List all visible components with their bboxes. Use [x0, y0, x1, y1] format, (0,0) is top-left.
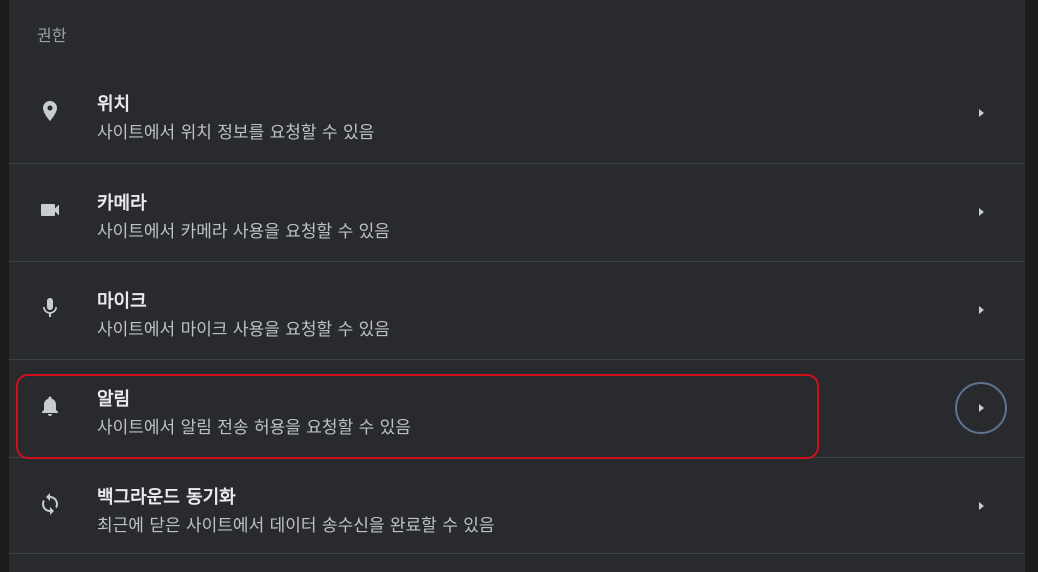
permission-title: 마이크 [97, 291, 147, 312]
settings-window: 권한 위치 사이트에서 위치 정보를 요청할 수 있음 카메라 사이트에서 카메… [0, 0, 1038, 572]
open-background-sync-settings-button[interactable] [955, 480, 1007, 532]
open-microphone-settings-button[interactable] [955, 284, 1007, 336]
arrow-right-icon [979, 208, 984, 216]
permission-row-microphone[interactable]: 마이크 사이트에서 마이크 사용을 요청할 수 있음 [9, 261, 1025, 359]
open-location-settings-button[interactable] [955, 87, 1007, 139]
sync-icon [38, 492, 62, 516]
permission-description: 사이트에서 마이크 사용을 요청할 수 있음 [97, 320, 390, 340]
arrow-right-icon [979, 109, 984, 117]
open-camera-settings-button[interactable] [955, 186, 1007, 238]
arrow-right-icon [979, 306, 984, 314]
permission-row-camera[interactable]: 카메라 사이트에서 카메라 사용을 요청할 수 있음 [9, 163, 1025, 261]
section-title: 권한 [37, 26, 67, 45]
permission-description: 사이트에서 카메라 사용을 요청할 수 있음 [97, 222, 390, 242]
permission-row-notifications[interactable]: 알림 사이트에서 알림 전송 허용을 요청할 수 있음 [9, 359, 1025, 457]
open-notifications-settings-button[interactable] [955, 382, 1007, 434]
bell-icon [38, 394, 62, 418]
arrow-right-icon [979, 404, 984, 412]
permission-description: 사이트에서 알림 전송 허용을 요청할 수 있음 [97, 418, 411, 438]
permissions-panel: 권한 위치 사이트에서 위치 정보를 요청할 수 있음 카메라 사이트에서 카메… [9, 0, 1025, 572]
permission-title: 백그라운드 동기화 [97, 487, 236, 508]
arrow-right-icon [979, 502, 984, 510]
permission-description: 사이트에서 위치 정보를 요청할 수 있음 [97, 123, 375, 143]
scrollbar[interactable] [1025, 0, 1038, 572]
microphone-icon [38, 296, 62, 320]
permission-row-next[interactable] [9, 553, 1025, 572]
permission-description: 최근에 닫은 사이트에서 데이터 송수신을 완료할 수 있음 [97, 516, 495, 536]
location-pin-icon [38, 99, 62, 123]
permission-title: 알림 [97, 389, 131, 410]
permission-title: 위치 [97, 94, 131, 115]
camera-icon [38, 198, 62, 222]
permission-title: 카메라 [97, 193, 147, 214]
permission-row-background-sync[interactable]: 백그라운드 동기화 최근에 닫은 사이트에서 데이터 송수신을 완료할 수 있음 [9, 457, 1025, 555]
permission-row-location[interactable]: 위치 사이트에서 위치 정보를 요청할 수 있음 [9, 65, 1025, 163]
